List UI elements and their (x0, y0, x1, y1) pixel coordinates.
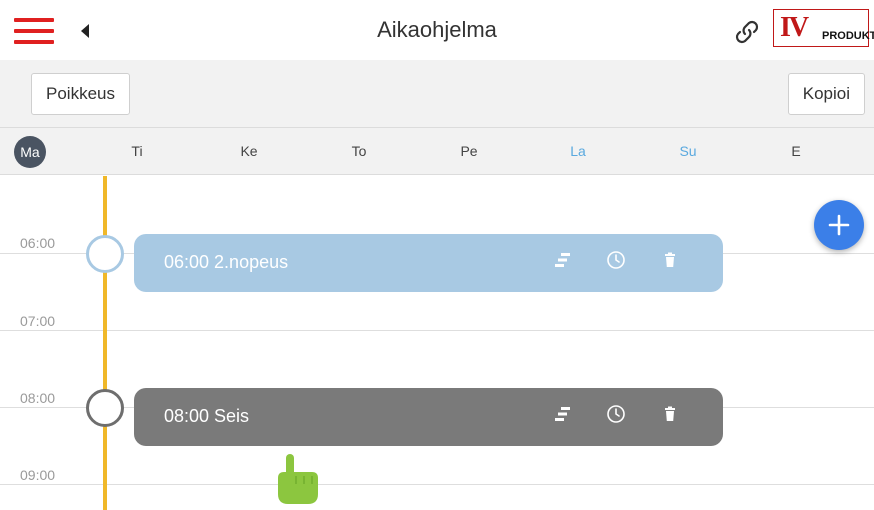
event-actions (535, 249, 697, 271)
trash-icon[interactable] (643, 403, 697, 425)
hour-label: 06:00 (20, 235, 56, 251)
add-event-button[interactable] (814, 200, 864, 250)
day-tab-pe[interactable]: Pe (449, 143, 489, 159)
app-header: Aikaohjelma IV PRODUKT (0, 0, 874, 60)
schedule-event[interactable]: 06:00 2.nopeus (134, 234, 723, 292)
stairs-icon[interactable] (535, 403, 589, 425)
day-tab-ke[interactable]: Ke (229, 143, 269, 159)
copy-button[interactable]: Kopioi (787, 73, 865, 115)
schedule-event[interactable]: 08:00 Seis (134, 388, 723, 446)
link-icon[interactable] (732, 19, 762, 45)
exception-button[interactable]: Poikkeus (31, 73, 130, 115)
event-actions (535, 403, 697, 425)
iv-produkt-logo: IV PRODUKT (773, 9, 874, 47)
day-tab-su[interactable]: Su (668, 143, 708, 159)
day-tab-ma[interactable]: Ma (14, 136, 46, 168)
day-tab-to[interactable]: To (339, 143, 379, 159)
clock-icon[interactable] (589, 249, 643, 271)
logo-main-text: IV (780, 12, 809, 43)
action-bar: Poikkeus Kopioi (0, 60, 874, 128)
hour-gridline (0, 330, 874, 331)
plus-icon (828, 214, 850, 236)
app: Aikaohjelma IV PRODUKT Poikkeus Kopioi M… (0, 0, 874, 510)
event-node (86, 389, 124, 427)
stairs-icon[interactable] (535, 249, 589, 271)
clock-icon[interactable] (589, 403, 643, 425)
day-tab-ti[interactable]: Ti (117, 143, 157, 159)
hour-label: 09:00 (20, 467, 56, 483)
hour-label: 07:00 (20, 313, 56, 329)
day-tab-la[interactable]: La (558, 143, 598, 159)
schedule-timeline: 06:00 07:00 08:00 09:00 06:00 2.nopeus 0… (0, 176, 874, 510)
day-tab-e[interactable]: E (776, 143, 816, 159)
hour-gridline (0, 484, 874, 485)
day-selector: Ma Ti Ke To Pe La Su E (0, 128, 874, 175)
logo-sub-text: PRODUKT (822, 30, 874, 42)
event-label: 08:00 Seis (164, 406, 250, 426)
hour-label: 08:00 (20, 390, 56, 406)
timeline-line (103, 176, 107, 510)
event-label: 06:00 2.nopeus (164, 252, 289, 272)
trash-icon[interactable] (643, 249, 697, 271)
event-node (86, 235, 124, 273)
pointer-hand-icon (272, 452, 322, 508)
